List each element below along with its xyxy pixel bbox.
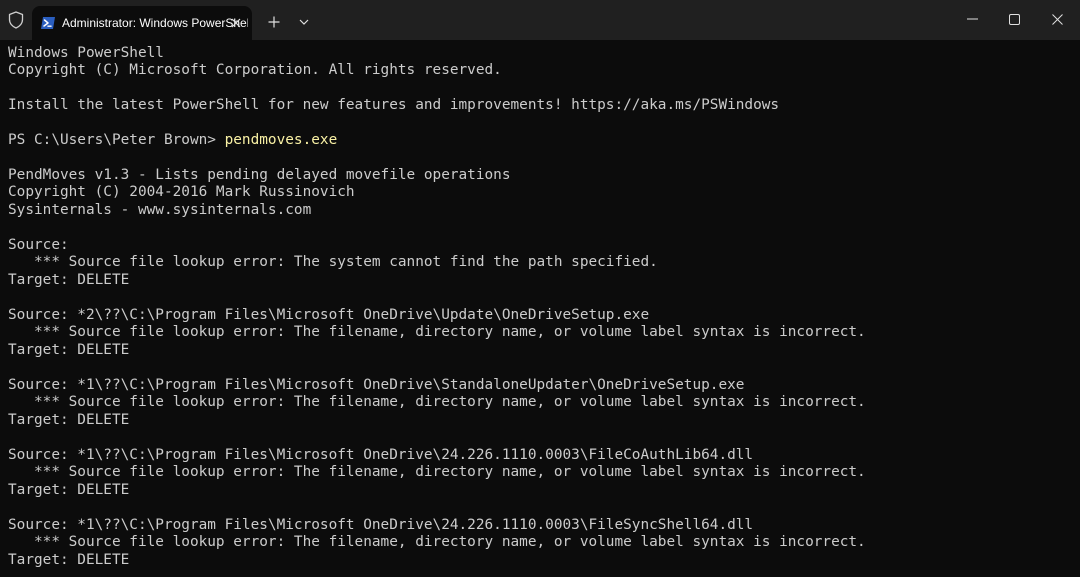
tab-title: Administrator: Windows PowerShell <box>62 16 248 30</box>
powershell-icon <box>40 15 56 31</box>
terminal-window: Administrator: Windows PowerShell Window… <box>0 0 1080 577</box>
copyright-line: Copyright (C) Microsoft Corporation. All… <box>8 62 502 78</box>
minimize-icon[interactable] <box>950 0 994 38</box>
source-line: Source: *2\??\C:\Program Files\Microsoft… <box>8 307 650 323</box>
error-line: *** Source file lookup error: The filena… <box>8 394 866 410</box>
error-line: *** Source file lookup error: The filena… <box>8 464 866 480</box>
tab-administrator-powershell[interactable]: Administrator: Windows PowerShell <box>32 6 252 40</box>
header-line: Windows PowerShell <box>8 45 164 61</box>
error-line: *** Source file lookup error: The system… <box>8 254 658 270</box>
command: pendmoves.exe <box>224 132 338 148</box>
prompt: PS C:\Users\Peter Brown> <box>8 132 225 148</box>
target-line: Target: DELETE <box>8 552 130 568</box>
tool-website-line: Sysinternals - www.sysinternals.com <box>8 202 312 218</box>
target-line: Target: DELETE <box>8 482 130 498</box>
maximize-icon[interactable] <box>992 0 1036 38</box>
source-line: Source: *1\??\C:\Program Files\Microsoft… <box>8 517 754 533</box>
target-line: Target: DELETE <box>8 342 130 358</box>
close-icon[interactable] <box>1035 0 1079 38</box>
target-line: Target: DELETE <box>8 272 130 288</box>
install-line: Install the latest PowerShell for new fe… <box>8 97 780 113</box>
shield-icon[interactable] <box>4 8 28 32</box>
source-line: Source: *1\??\C:\Program Files\Microsoft… <box>8 377 745 393</box>
source-line: Source: <box>8 237 69 253</box>
close-icon[interactable] <box>226 13 246 33</box>
tool-copyright-line: Copyright (C) 2004-2016 Mark Russinovich <box>8 184 355 200</box>
chevron-down-icon[interactable] <box>292 10 316 34</box>
plus-icon[interactable] <box>262 10 286 34</box>
source-line: Source: *1\??\C:\Program Files\Microsoft… <box>8 447 754 463</box>
prompt-line: PS C:\Users\Peter Brown> pendmoves.exe <box>8 132 337 149</box>
terminal-output[interactable]: Windows PowerShell Copyright (C) Microso… <box>0 40 1080 577</box>
target-line: Target: DELETE <box>8 412 130 428</box>
title-bar[interactable]: Administrator: Windows PowerShell <box>0 0 1080 40</box>
error-line: *** Source file lookup error: The filena… <box>8 534 866 550</box>
error-line: *** Source file lookup error: The filena… <box>8 324 866 340</box>
tool-banner-line: PendMoves v1.3 - Lists pending delayed m… <box>8 167 511 183</box>
